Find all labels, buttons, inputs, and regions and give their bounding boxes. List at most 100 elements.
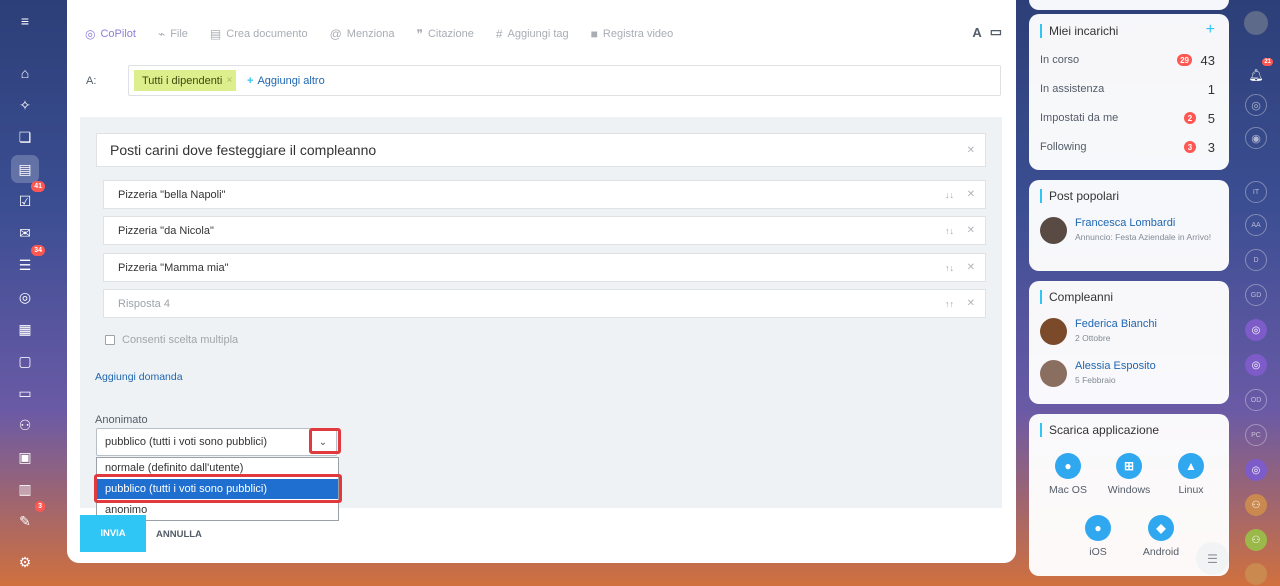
create-document-button[interactable]: ▤ Crea documento	[210, 27, 308, 41]
task-row-label: Impostati da me	[1040, 112, 1119, 124]
chat-initials[interactable]: PC	[1245, 424, 1267, 446]
remove-answer-icon[interactable]: ✕	[967, 225, 975, 236]
anonymity-select[interactable]: pubblico (tutti i voti sono pubblici) ⌄	[96, 428, 337, 456]
popular-post[interactable]: Francesca Lombardi Annuncio: Festa Azien…	[1040, 217, 1219, 244]
app-linux[interactable]: ▲ Linux	[1156, 453, 1226, 496]
notifications-icon[interactable]: 🔔︎ 21	[1245, 58, 1273, 86]
target-icon[interactable]: ◎	[11, 283, 39, 311]
file-button[interactable]: ⌁ File	[158, 27, 188, 41]
filter-icon[interactable]: ☰ 34	[11, 245, 45, 279]
app-windows[interactable]: ⊞ Windows	[1094, 453, 1164, 496]
remove-answer-icon[interactable]: ✕	[967, 189, 975, 200]
copilot-nav-icon[interactable]: ✧	[11, 91, 39, 119]
copilot-chat-icon[interactable]: ◎	[1245, 354, 1267, 376]
tasks-nav-icon[interactable]: ☑ 41	[11, 181, 45, 215]
selected-option-highlight	[94, 474, 342, 503]
contact-avatar[interactable]	[1245, 563, 1267, 585]
approvals-icon[interactable]: ✎ 3	[11, 501, 45, 535]
birthday-name[interactable]: Federica Bianchi	[1075, 318, 1157, 331]
calendar-icon[interactable]: ▦	[11, 315, 39, 343]
menu-icon[interactable]: ≡	[11, 7, 39, 35]
answer-input[interactable]: Pizzeria "Mamma mia" ↑↓ ✕	[103, 253, 986, 282]
home-icon[interactable]: ⌂	[11, 59, 39, 87]
remove-answer-icon[interactable]: ✕	[967, 262, 975, 273]
add-task-icon[interactable]: +	[1206, 21, 1215, 39]
task-row[interactable]: In assistenza 1	[1040, 81, 1215, 97]
chat-initials[interactable]: OD	[1245, 389, 1267, 411]
search-chat-icon[interactable]: ◉	[1245, 127, 1267, 149]
task-row[interactable]: Impostati da me 2 5	[1040, 110, 1215, 126]
quote-button[interactable]: ❞ Citazione	[416, 27, 473, 41]
list-menu-icon[interactable]: ☰	[1196, 542, 1229, 575]
app-ios[interactable]: ● iOS	[1063, 515, 1133, 558]
app-macos[interactable]: ● Mac OS	[1033, 453, 1103, 496]
recipients-field[interactable]: Tutti i dipendenti × + Aggiungi altro	[128, 65, 1001, 96]
presentation-icon[interactable]: ▣	[11, 443, 39, 471]
multiple-choice-checkbox[interactable]	[105, 335, 115, 345]
post-subtitle: Annuncio: Festa Aziendale in Arrivo!	[1075, 232, 1212, 242]
quote-label: Citazione	[427, 28, 474, 40]
task-row[interactable]: Following 3 3	[1040, 139, 1215, 155]
add-question-link[interactable]: Aggiungi domanda	[95, 371, 183, 383]
group-chat-icon[interactable]: ⚇	[1245, 494, 1267, 516]
text-format-button[interactable]: A	[972, 25, 981, 40]
tasks-widget: Miei incarichi + In corso 29 43 In assis…	[1029, 14, 1229, 170]
answer-input[interactable]: Risposta 4 ↑↑ ✕	[103, 289, 986, 318]
schedule-icon[interactable]: ▥	[11, 475, 39, 503]
copilot-button[interactable]: ◎ CoPilot	[85, 27, 136, 41]
settings-icon[interactable]: ⚙	[11, 548, 39, 576]
sort-icon[interactable]: ↓↓	[945, 190, 954, 200]
remove-answer-icon[interactable]: ✕	[967, 298, 975, 309]
popular-posts-widget: Post popolari Francesca Lombardi Annunci…	[1029, 180, 1229, 271]
recipient-chip[interactable]: Tutti i dipendenti ×	[134, 70, 237, 91]
add-tag-button[interactable]: # Aggiungi tag	[496, 27, 569, 41]
people-icon[interactable]: ⚇	[11, 411, 39, 439]
drive-icon[interactable]: ▭	[11, 379, 39, 407]
sort-icon[interactable]: ↑↓	[945, 263, 954, 273]
answer-input[interactable]: Pizzeria "da Nicola" ↑↓ ✕	[103, 216, 986, 245]
post-author[interactable]: Francesca Lombardi	[1075, 217, 1211, 230]
avatar	[1040, 360, 1067, 387]
task-row-badge: 2	[1184, 112, 1196, 124]
sort-icon[interactable]: ↑↑	[945, 299, 954, 309]
sort-icon[interactable]: ↑↓	[945, 226, 954, 236]
file-label: File	[170, 28, 188, 40]
task-row[interactable]: In corso 29 43	[1040, 52, 1215, 68]
chip-remove-icon[interactable]: ×	[226, 75, 232, 86]
remove-question-icon[interactable]: ✕	[967, 145, 975, 156]
copilot-chat-icon[interactable]: ◎	[1245, 459, 1267, 481]
copilot-chat-icon[interactable]: ◎	[1245, 319, 1267, 341]
record-video-button[interactable]: ■ Registra video	[591, 27, 674, 41]
birthday-item[interactable]: Federica Bianchi 2 Ottobre	[1040, 318, 1219, 345]
chat-initials[interactable]: GD	[1245, 284, 1267, 306]
create-document-label: Crea documento	[226, 28, 308, 40]
dropdown-arrow-highlight	[309, 428, 341, 454]
send-button[interactable]: INVIA	[80, 515, 146, 552]
popular-posts-title: Post popolari	[1040, 189, 1119, 203]
task-row-count: 3	[1207, 139, 1215, 155]
group-chat-icon[interactable]: ⚇	[1245, 529, 1267, 551]
mention-button[interactable]: @ Menziona	[330, 27, 395, 41]
copilot-chat-icon[interactable]: ◎	[1245, 94, 1267, 116]
chat-icon[interactable]: ❏	[11, 123, 39, 151]
birthdays-widget: Compleanni Federica Bianchi 2 Ottobre Al…	[1029, 281, 1229, 404]
birthday-item[interactable]: Alessia Esposito 5 Febbraio	[1040, 360, 1219, 387]
cancel-button[interactable]: ANNULLA	[156, 529, 202, 540]
birthday-name[interactable]: Alessia Esposito	[1075, 360, 1156, 373]
poll-question-input[interactable]: Posti carini dove festeggiare il complea…	[96, 133, 986, 167]
answer-input[interactable]: Pizzeria "bella Napoli" ↓↓ ✕	[103, 180, 986, 209]
multiple-choice-toggle[interactable]: Consenti scelta multipla	[105, 334, 238, 346]
task-row-label: Following	[1040, 141, 1087, 153]
anonymity-value: pubblico (tutti i voti sono pubblici)	[105, 436, 268, 448]
chat-initials[interactable]: IT	[1245, 181, 1267, 203]
document-nav-icon[interactable]: ▢	[11, 347, 39, 375]
at-icon: @	[329, 27, 342, 41]
user-avatar[interactable]	[1244, 11, 1268, 35]
feed-icon[interactable]: ▤	[11, 155, 39, 183]
mail-icon[interactable]: ✉	[11, 219, 39, 247]
fullscreen-icon[interactable]: ▭	[990, 24, 1002, 40]
app-android[interactable]: ◆ Android	[1126, 515, 1196, 558]
chat-initials[interactable]: D	[1245, 249, 1267, 271]
chat-initials[interactable]: AA	[1245, 214, 1267, 236]
add-recipient-link[interactable]: + Aggiungi altro	[247, 75, 325, 87]
